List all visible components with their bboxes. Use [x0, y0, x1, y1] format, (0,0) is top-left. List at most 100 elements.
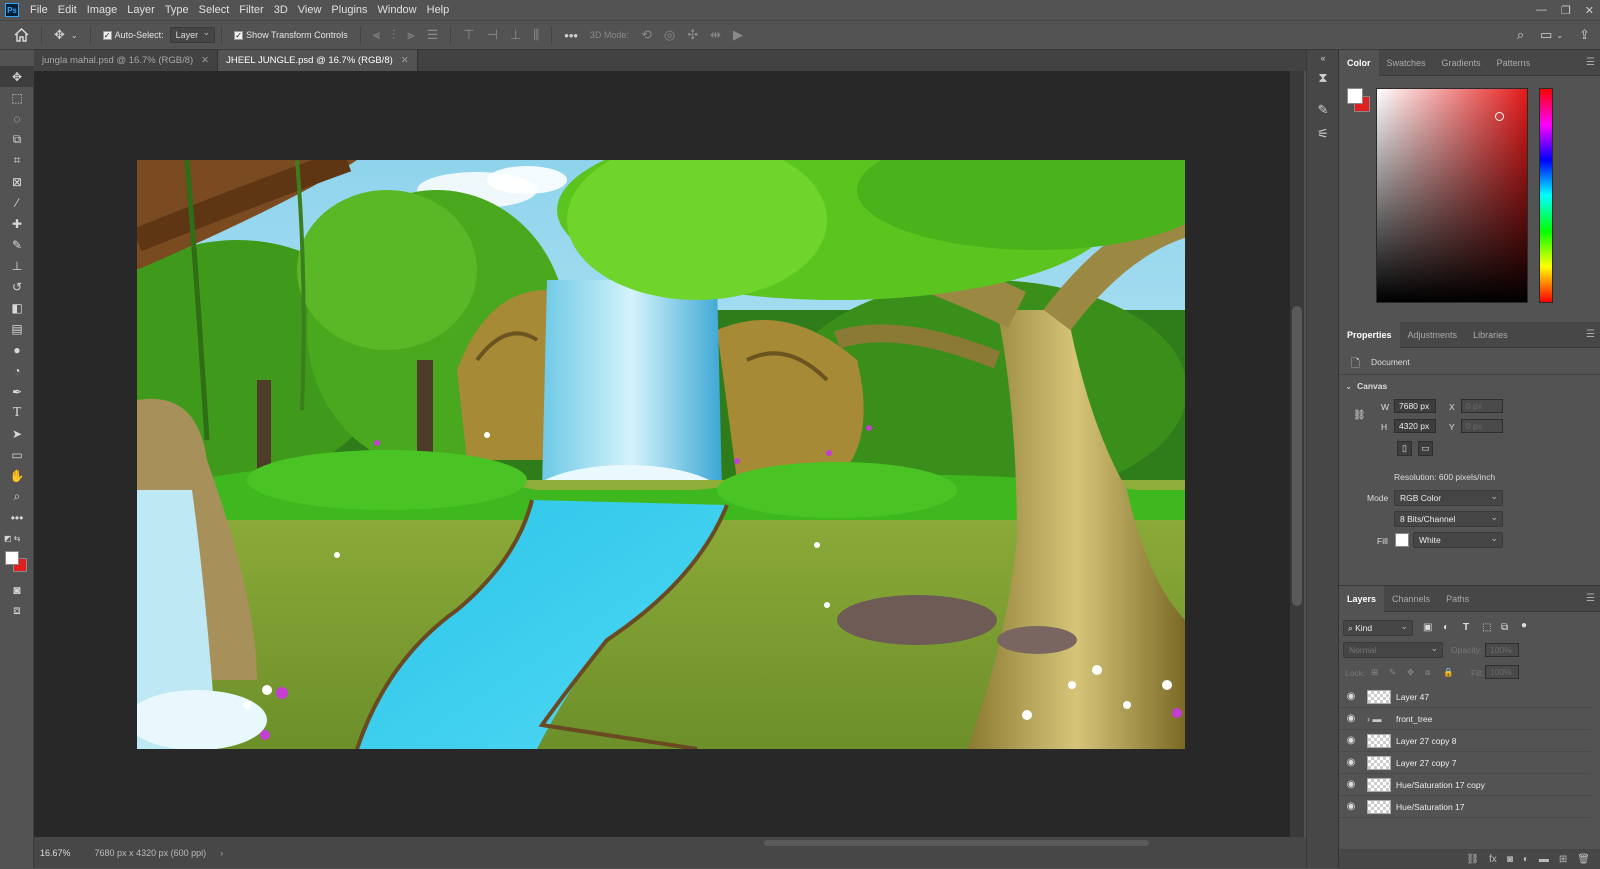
- foreground-color-swatch[interactable]: [5, 551, 19, 565]
- tab-gradients[interactable]: Gradients: [1434, 50, 1489, 76]
- color-picker-cursor[interactable]: [1495, 112, 1504, 121]
- object-select-tool-icon[interactable]: ⧉: [0, 129, 34, 150]
- new-group-icon[interactable]: ▬: [1539, 854, 1549, 865]
- layer-row[interactable]: ◉ Layer 47: [1339, 686, 1591, 708]
- filter-smart-object-icon[interactable]: ⧉: [1501, 622, 1508, 633]
- menu-view[interactable]: View: [293, 0, 327, 20]
- workspace-icon[interactable]: ▭ ⌄: [1540, 27, 1563, 43]
- delete-layer-icon[interactable]: 🗑: [1577, 854, 1590, 865]
- visibility-eye-icon[interactable]: ◉: [1339, 713, 1363, 724]
- lock-transparency-icon[interactable]: ⊞: [1371, 667, 1378, 678]
- fill-opacity-field[interactable]: 100%: [1485, 665, 1519, 679]
- crop-tool-icon[interactable]: ⌗: [0, 150, 34, 171]
- lock-artboard-icon[interactable]: ⧈: [1425, 667, 1430, 678]
- menu-filter[interactable]: Filter: [234, 0, 268, 20]
- width-field[interactable]: 7680 px: [1394, 399, 1436, 413]
- color-picker-field[interactable]: [1376, 88, 1528, 303]
- adjustments-panel-icon[interactable]: ⚟: [1307, 122, 1339, 146]
- layer-style-icon[interactable]: fx: [1489, 854, 1497, 865]
- move-tool-preset-icon[interactable]: ✥ ⌄: [54, 27, 78, 43]
- horizontal-scroll-thumb[interactable]: [764, 840, 1149, 846]
- portrait-orientation-icon[interactable]: ▯: [1397, 441, 1412, 456]
- pen-tool-icon[interactable]: ✒: [0, 381, 34, 402]
- screen-mode-icon[interactable]: ⧈: [0, 600, 34, 621]
- show-transform-checkbox[interactable]: ✓ Show Transform Controls: [234, 30, 348, 40]
- filter-type-icon[interactable]: T: [1463, 622, 1469, 633]
- zoom-level[interactable]: 16.67%: [40, 848, 71, 858]
- close-window-icon[interactable]: ✕: [1585, 4, 1594, 17]
- menu-3d[interactable]: 3D: [269, 0, 293, 20]
- panel-menu-icon[interactable]: ☰: [1586, 593, 1595, 604]
- hand-tool-icon[interactable]: ✋: [0, 465, 34, 486]
- edit-toolbar-icon[interactable]: •••: [0, 507, 34, 528]
- align-bottom-icon[interactable]: ⊥: [510, 27, 521, 43]
- tab-paths[interactable]: Paths: [1438, 586, 1477, 612]
- align-left-icon[interactable]: ⫷: [373, 27, 380, 43]
- align-center-icon[interactable]: ⫶: [392, 27, 395, 43]
- align-top-icon[interactable]: ⊤: [463, 27, 474, 43]
- type-tool-icon[interactable]: T: [0, 402, 34, 423]
- 3d-orbit-icon[interactable]: ⟲: [641, 27, 652, 43]
- minimize-icon[interactable]: —: [1536, 4, 1547, 16]
- visibility-eye-icon[interactable]: ◉: [1339, 779, 1363, 790]
- menu-help[interactable]: Help: [422, 0, 455, 20]
- healing-brush-tool-icon[interactable]: ✚: [0, 213, 34, 234]
- 3d-roll-icon[interactable]: ◎: [664, 27, 675, 43]
- mode-dropdown[interactable]: RGB Color: [1394, 490, 1503, 506]
- lock-pixels-icon[interactable]: ✎: [1389, 667, 1396, 678]
- fill-color-swatch[interactable]: [1395, 533, 1409, 547]
- more-options-icon[interactable]: •••: [564, 28, 578, 43]
- document-canvas[interactable]: [137, 160, 1185, 749]
- 3d-slide-icon[interactable]: ⇹: [710, 27, 721, 43]
- link-dimensions-icon[interactable]: ⛓: [1353, 410, 1366, 421]
- stamp-tool-icon[interactable]: ⊥: [0, 255, 34, 276]
- brush-settings-icon[interactable]: ✎: [1307, 98, 1339, 122]
- visibility-eye-icon[interactable]: ◉: [1339, 757, 1363, 768]
- visibility-eye-icon[interactable]: ◉: [1339, 691, 1363, 702]
- menu-file[interactable]: File: [25, 0, 53, 20]
- home-icon[interactable]: [14, 28, 29, 42]
- rectangle-tool-icon[interactable]: ▭: [0, 444, 34, 465]
- opacity-field[interactable]: 100%: [1485, 643, 1519, 657]
- lasso-tool-icon[interactable]: ◌: [0, 108, 34, 129]
- panel-menu-icon[interactable]: ☰: [1586, 329, 1595, 340]
- visibility-eye-icon[interactable]: ◉: [1339, 735, 1363, 746]
- layer-row[interactable]: ◉ Hue/Saturation 17 copy: [1339, 774, 1591, 796]
- eraser-tool-icon[interactable]: ◧: [0, 297, 34, 318]
- add-mask-icon[interactable]: ◙: [1507, 854, 1513, 865]
- layer-row[interactable]: ◉ Hue/Saturation 17: [1339, 796, 1591, 818]
- fill-dropdown[interactable]: White: [1413, 532, 1503, 548]
- gradient-tool-icon[interactable]: ▤: [0, 318, 34, 339]
- brush-tool-icon[interactable]: ✎: [0, 234, 34, 255]
- height-field[interactable]: 4320 px: [1394, 419, 1436, 433]
- menu-image[interactable]: Image: [82, 0, 123, 20]
- eyedropper-tool-icon[interactable]: ⁄: [0, 192, 34, 213]
- collapse-arrows-icon[interactable]: «: [1307, 50, 1339, 66]
- new-adjustment-icon[interactable]: ◐: [1523, 854, 1529, 865]
- blur-tool-icon[interactable]: ●: [0, 339, 34, 360]
- filter-adjustment-icon[interactable]: ◐: [1443, 622, 1449, 633]
- zoom-tool-icon[interactable]: ⌕: [0, 486, 34, 507]
- menu-edit[interactable]: Edit: [53, 0, 82, 20]
- 3d-drag-icon[interactable]: ✣: [687, 27, 698, 43]
- search-icon[interactable]: ⌕: [1517, 27, 1524, 43]
- marquee-tool-icon[interactable]: ⬚: [0, 87, 34, 108]
- tab-swatches[interactable]: Swatches: [1379, 50, 1434, 76]
- panel-menu-icon[interactable]: ☰: [1586, 57, 1595, 68]
- color-swatches[interactable]: [0, 549, 33, 579]
- filter-pixel-icon[interactable]: ▣: [1423, 622, 1432, 633]
- path-select-tool-icon[interactable]: ➤: [0, 423, 34, 444]
- x-field[interactable]: 0 px: [1461, 399, 1503, 413]
- quick-mask-icon[interactable]: ◙: [0, 579, 34, 600]
- menu-select[interactable]: Select: [194, 0, 235, 20]
- tab-libraries[interactable]: Libraries: [1465, 322, 1516, 348]
- dodge-tool-icon[interactable]: ◔: [0, 360, 34, 381]
- bits-dropdown[interactable]: 8 Bits/Channel: [1394, 511, 1503, 527]
- 3d-scale-icon[interactable]: ▶: [733, 27, 743, 43]
- menu-window[interactable]: Window: [373, 0, 422, 20]
- frame-tool-icon[interactable]: ⊠: [0, 171, 34, 192]
- distribute-icon[interactable]: ⫼: [533, 27, 539, 43]
- layer-kind-filter[interactable]: ⌕ Kind: [1343, 620, 1413, 636]
- folder-icon[interactable]: › ▬: [1367, 712, 1391, 726]
- filter-toggle-icon[interactable]: ●: [1521, 620, 1527, 631]
